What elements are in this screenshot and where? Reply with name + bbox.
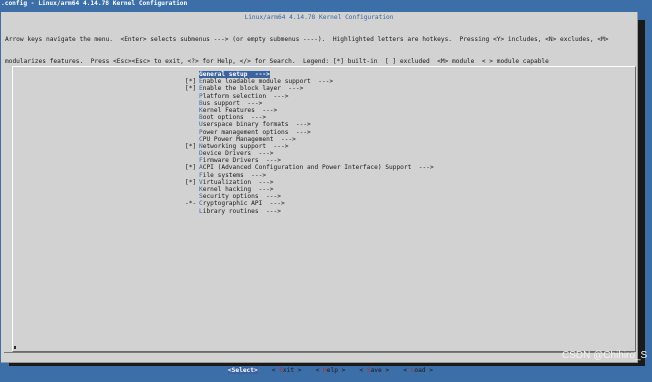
menu-item-text: CPI (Advanced Configuration and Power In… — [202, 164, 434, 172]
menu-item-text: etworking support ---> — [202, 142, 289, 150]
menu-item[interactable]: [*] Enable loadable module support ---> — [185, 78, 434, 85]
menu-item-label: Platform selection ---> — [199, 93, 288, 100]
menu-item-label: Enable loadable module support ---> — [199, 78, 333, 85]
menu-item-label: Device Drivers ---> — [199, 150, 274, 157]
menu-item[interactable]: CPU Power Management ---> — [185, 136, 434, 143]
menu-item[interactable]: Boot options ---> — [185, 114, 434, 121]
menu-item-text: evice Drivers ---> — [202, 150, 274, 158]
menu-item[interactable]: [*] Enable the block layer ---> — [185, 85, 434, 92]
menu-item[interactable]: [*] Virtualization ---> — [185, 179, 434, 186]
menu-item[interactable]: Power management options ---> — [185, 129, 434, 136]
menu-item-label: Boot options ---> — [199, 114, 266, 121]
menu-item-label: Kernel Features ---> — [199, 107, 277, 114]
menu-item[interactable]: Userspace binary formats ---> — [185, 121, 434, 128]
menu-item[interactable]: [*] Networking support ---> — [185, 143, 434, 150]
menu-item-label: Enable the block layer ---> — [199, 85, 303, 92]
menu-item-text: ernel Features ---> — [202, 106, 278, 114]
help-line-1: Arrow keys navigate the menu. <Enter> se… — [5, 36, 609, 44]
menu-item-text: latform selection ---> — [202, 92, 289, 100]
menu-item-text: ecurity options ---> — [202, 193, 281, 201]
menu-item-state: [*] — [185, 78, 197, 86]
menu-item-state: [*] — [185, 164, 197, 172]
help-button[interactable]: < Help > — [316, 367, 346, 374]
menu-item-label: Library routines ---> — [199, 208, 281, 215]
menu-item-label: Networking support ---> — [199, 143, 288, 150]
menu-item-text: irmware Drivers ---> — [202, 157, 281, 165]
menu-item-label: Power management options ---> — [199, 129, 311, 136]
save-button[interactable]: < Save > — [359, 367, 389, 374]
menu-item[interactable]: Library routines ---> — [185, 208, 434, 215]
menu-item-text: nable the block layer ---> — [202, 85, 304, 93]
menu-item-state: -*- — [185, 200, 197, 208]
menu-list: General setup ---> [*] Enable loadable mod… — [185, 71, 434, 215]
menu-item[interactable]: Kernel Features ---> — [185, 107, 434, 114]
menu-item-label: Virtualization ---> — [199, 179, 274, 186]
select-button[interactable]: <Select> — [227, 367, 258, 375]
menu-item[interactable]: [*] ACPI (Advanced Configuration and Powe… — [185, 164, 434, 171]
buttons-divider — [4, 352, 634, 353]
menu-item-text: nable loadable module support ---> — [202, 78, 334, 86]
window-title: .config - Linux/arm64 4.14.78 Kernel Con… — [1, 0, 188, 7]
menu-item-label: Kernel hacking ---> — [199, 186, 274, 193]
exit-button[interactable]: < Exit > — [272, 367, 302, 374]
menu-item-label: Cryptographic API ---> — [199, 200, 285, 207]
dialog-title: Linux/arm64 4.14.78 Kernel Configuration — [244, 14, 394, 21]
menu-item-text: us support ---> — [202, 99, 263, 107]
menu-item[interactable]: Kernel hacking ---> — [185, 186, 434, 193]
menu-item-text: ryptographic API ---> — [202, 200, 285, 208]
menu-item[interactable]: General setup ---> — [185, 71, 434, 78]
menu-item-label: ACPI (Advanced Configuration and Power I… — [199, 164, 434, 171]
menu-item-state: [*] — [185, 142, 197, 150]
menu-item-text: irtualization ---> — [202, 178, 274, 186]
menu-item-state: [*] — [185, 85, 197, 93]
menu-item-label: Userspace binary formats ---> — [199, 121, 311, 128]
menu-item-text: eneral setup ---> — [202, 71, 270, 78]
menu-item-text: oot options ---> — [202, 114, 267, 122]
config-dialog: Linux/arm64 4.14.78 Kernel Configuration… — [1, 12, 638, 375]
menu-item-text: ile systems ---> — [202, 171, 267, 179]
menu-item-label: Security options ---> — [199, 193, 281, 200]
menu-item-label: Firmware Drivers ---> — [199, 157, 281, 164]
menu-item-label: General setup ---> — [199, 71, 270, 78]
menu-item-text: ibrary routines ---> — [202, 207, 281, 215]
menu-item-text: serspace binary formats ---> — [202, 121, 311, 129]
menu-item[interactable]: Bus support ---> — [185, 100, 434, 107]
help-line-2: modularizes features. Press <Esc><Esc> t… — [5, 58, 549, 66]
button-bar: <Select> < Exit > < Help > < Save > < Load > — [213, 360, 447, 382]
menu-item-state: [*] — [185, 178, 197, 186]
menu-item-label: Bus support ---> — [199, 100, 262, 107]
menu-item[interactable]: Device Drivers ---> — [185, 150, 434, 157]
dialog-shadow-right — [637, 20, 645, 366]
watermark: CSDN @Chihiro_S — [562, 350, 648, 361]
menu-item-text: ernel hacking ---> — [202, 186, 274, 193]
menu-item-text: PU Power Management ---> — [202, 135, 296, 143]
text-cursor — [14, 346, 16, 349]
menu-item-text: ower management options ---> — [202, 128, 311, 136]
menu-item[interactable]: -*- Cryptographic API ---> — [185, 200, 434, 207]
menu-item[interactable]: Security options ---> — [185, 193, 434, 200]
menu-item-label: File systems ---> — [199, 172, 266, 179]
menu-item[interactable]: Firmware Drivers ---> — [185, 157, 434, 164]
menu-item[interactable]: File systems ---> — [185, 172, 434, 179]
menu-box: General setup ---> [*] Enable loadable mod… — [12, 66, 636, 352]
menu-item-label: CPU Power Management ---> — [199, 136, 296, 143]
load-button[interactable]: < Load > — [403, 367, 433, 374]
menu-item[interactable]: Platform selection ---> — [185, 93, 434, 100]
